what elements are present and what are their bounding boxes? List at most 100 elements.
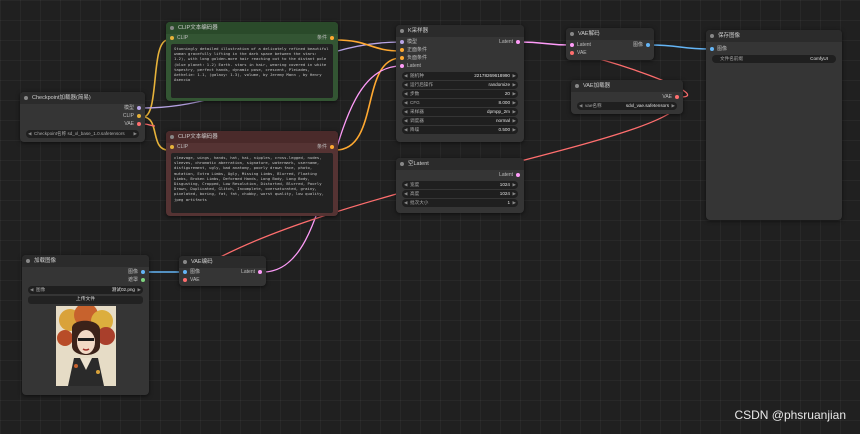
empty-latent-node[interactable]: 空Latent Latent ◀ 宽度 1024 ▶ ◀ 高度 1024 ▶ ◀ 批次大小 1 ▶	[396, 158, 524, 213]
input-negative-pin-icon[interactable]	[400, 56, 404, 60]
output-clip-pin-icon[interactable]	[137, 114, 141, 118]
clip-negative-node[interactable]: CLIP文本编码器 CLIP 条件 cleavage, wings, hands…	[166, 131, 338, 216]
arrow-left-icon[interactable]: ◀	[404, 199, 408, 207]
image-select[interactable]: ◀ 图像 测试02.png ▶	[28, 286, 143, 294]
collapse-dot-icon[interactable]	[570, 32, 574, 36]
output-latent[interactable]: Latent	[241, 268, 262, 276]
filename-prefix-input[interactable]: 文件名前缀 ComfyUI	[712, 55, 836, 63]
denoise-widget[interactable]: ◀ 降噪 0.500 ▶	[402, 126, 518, 134]
input-image-pin-icon[interactable]	[183, 270, 187, 274]
arrow-right-icon[interactable]: ▶	[133, 130, 137, 138]
arrow-left-icon[interactable]: ◀	[404, 117, 408, 125]
collapse-dot-icon[interactable]	[170, 135, 174, 139]
arrow-left-icon[interactable]: ◀	[579, 102, 583, 110]
arrow-right-icon[interactable]: ▶	[512, 81, 516, 89]
collapse-dot-icon[interactable]	[26, 259, 30, 263]
collapse-dot-icon[interactable]	[170, 26, 174, 30]
clip-negative-header[interactable]: CLIP文本编码器	[166, 131, 338, 143]
vae-decode-node[interactable]: VAE解码 Latent VAE 图像	[566, 28, 654, 60]
collapse-dot-icon[interactable]	[400, 162, 404, 166]
negative-prompt-textarea[interactable]: cleavage, wings, hands, hat, hai, nipple…	[171, 153, 333, 213]
scheduler-widget[interactable]: ◀ 调度器 normal ▶	[402, 117, 518, 125]
control-after-generate-widget[interactable]: ◀ 运行后操作 randomize ▶	[402, 81, 518, 89]
arrow-right-icon[interactable]: ▶	[671, 102, 675, 110]
input-vae-pin-icon[interactable]	[570, 51, 574, 55]
steps-widget[interactable]: ◀ 步数 20 ▶	[402, 90, 518, 98]
arrow-right-icon[interactable]: ▶	[512, 90, 516, 98]
arrow-right-icon[interactable]: ▶	[512, 181, 516, 189]
input-model[interactable]: 模型	[400, 38, 417, 46]
save-image-header[interactable]: 保存图像	[706, 30, 842, 42]
input-clip-pin-icon[interactable]	[170, 145, 174, 149]
input-positive-pin-icon[interactable]	[400, 48, 404, 52]
collapse-dot-icon[interactable]	[400, 29, 404, 33]
input-vae-pin-icon[interactable]	[183, 278, 187, 282]
vae-loader-node[interactable]: VAE加载器 VAE ◀ vae名称 sdxl_vae.safetensors ▶	[571, 80, 683, 114]
input-vae[interactable]: VAE	[570, 49, 587, 57]
ksampler-header[interactable]: K采样器	[396, 25, 524, 37]
output-vae[interactable]: VAE	[124, 120, 141, 128]
arrow-left-icon[interactable]: ◀	[30, 286, 34, 294]
arrow-left-icon[interactable]: ◀	[404, 108, 408, 116]
output-conditioning-pin-icon[interactable]	[330, 145, 334, 149]
input-clip-pin-icon[interactable]	[170, 36, 174, 40]
output-image-pin-icon[interactable]	[646, 43, 650, 47]
empty-latent-header[interactable]: 空Latent	[396, 158, 524, 170]
output-mask[interactable]: 遮罩	[128, 276, 145, 284]
upload-button[interactable]: 上传文件	[28, 296, 143, 304]
output-latent[interactable]: Latent	[499, 171, 520, 179]
collapse-dot-icon[interactable]	[24, 96, 28, 100]
ksampler-node[interactable]: K采样器 模型 正面条件 负面条件 Latent Latent ◀ 随机种 2217…	[396, 25, 524, 142]
input-image[interactable]: 图像	[183, 268, 200, 276]
height-widget[interactable]: ◀ 高度 1024 ▶	[402, 190, 518, 198]
input-latent[interactable]: Latent	[400, 62, 421, 70]
arrow-left-icon[interactable]: ◀	[404, 81, 408, 89]
arrow-left-icon[interactable]: ◀	[404, 72, 408, 80]
arrow-right-icon[interactable]: ▶	[512, 190, 516, 198]
arrow-left-icon[interactable]: ◀	[28, 130, 32, 138]
output-conditioning[interactable]: 条件	[317, 34, 334, 42]
output-latent-pin-icon[interactable]	[258, 270, 262, 274]
seed-widget[interactable]: ◀ 随机种 22178269618990 ▶	[402, 72, 518, 80]
checkpoint-loader-node[interactable]: Checkpoint加载器(简易) 模型 CLIP VAE ◀ Checkpoin…	[20, 92, 145, 142]
input-image[interactable]: 图像	[710, 45, 727, 53]
clip-positive-node[interactable]: CLIP文本编码器 CLIP 条件 Stunningly detailed il…	[166, 22, 338, 101]
input-negative[interactable]: 负面条件	[400, 54, 427, 62]
arrow-right-icon[interactable]: ▶	[512, 126, 516, 134]
input-clip[interactable]: CLIP	[170, 143, 188, 151]
save-image-node[interactable]: 保存图像 图像 文件名前缀 ComfyUI	[706, 30, 842, 220]
output-latent-pin-icon[interactable]	[516, 40, 520, 44]
load-image-node[interactable]: 加载图像 图像 遮罩 ◀ 图像 测试02.png ▶ 上传文件	[22, 255, 149, 395]
arrow-left-icon[interactable]: ◀	[404, 181, 408, 189]
vae-encode-header[interactable]: VAE编码	[179, 256, 266, 268]
output-model-pin-icon[interactable]	[137, 106, 141, 110]
output-vae[interactable]: VAE	[662, 93, 679, 101]
load-image-header[interactable]: 加载图像	[22, 255, 149, 267]
output-image[interactable]: 图像	[633, 41, 650, 49]
input-clip[interactable]: CLIP	[170, 34, 188, 42]
arrow-left-icon[interactable]: ◀	[404, 99, 408, 107]
output-image-pin-icon[interactable]	[141, 270, 145, 274]
input-image-pin-icon[interactable]	[710, 47, 714, 51]
input-model-pin-icon[interactable]	[400, 40, 404, 44]
output-vae-pin-icon[interactable]	[675, 95, 679, 99]
arrow-left-icon[interactable]: ◀	[404, 126, 408, 134]
output-mask-pin-icon[interactable]	[141, 278, 145, 282]
arrow-right-icon[interactable]: ▶	[137, 286, 141, 294]
vae-name-select[interactable]: ◀ vae名称 sdxl_vae.safetensors ▶	[577, 102, 677, 110]
clip-positive-header[interactable]: CLIP文本编码器	[166, 22, 338, 34]
output-latent[interactable]: Latent	[499, 38, 520, 46]
arrow-left-icon[interactable]: ◀	[404, 190, 408, 198]
arrow-right-icon[interactable]: ▶	[512, 117, 516, 125]
arrow-right-icon[interactable]: ▶	[512, 108, 516, 116]
batch-size-widget[interactable]: ◀ 批次大小 1 ▶	[402, 199, 518, 207]
arrow-right-icon[interactable]: ▶	[512, 99, 516, 107]
input-latent-pin-icon[interactable]	[400, 64, 404, 68]
output-image[interactable]: 图像	[128, 268, 145, 276]
vae-loader-header[interactable]: VAE加载器	[571, 80, 683, 92]
collapse-dot-icon[interactable]	[575, 84, 579, 88]
arrow-left-icon[interactable]: ◀	[404, 90, 408, 98]
arrow-right-icon[interactable]: ▶	[512, 199, 516, 207]
output-clip[interactable]: CLIP	[123, 112, 141, 120]
output-model[interactable]: 模型	[124, 104, 141, 112]
